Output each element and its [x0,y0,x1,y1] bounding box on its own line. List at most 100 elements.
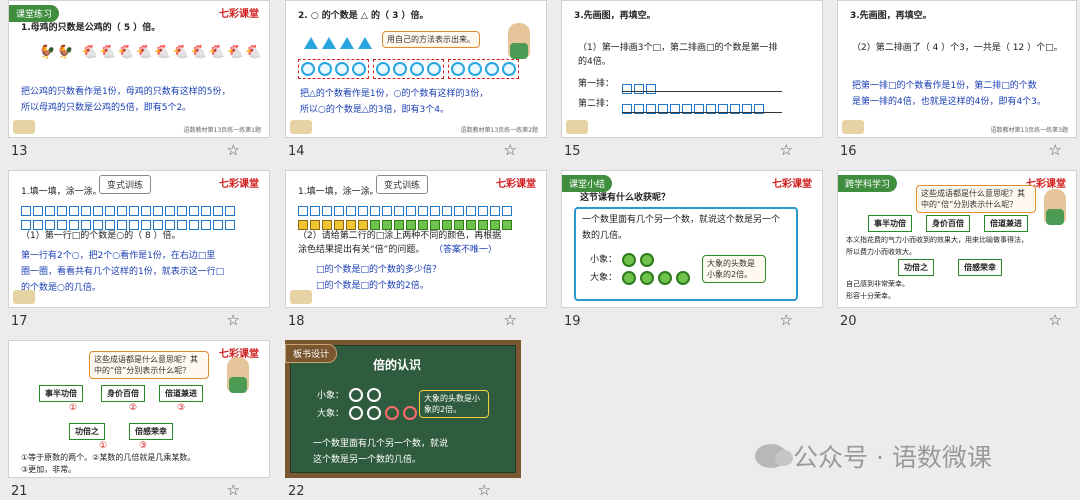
slide-19[interactable]: 课堂小结 七彩课堂 这节课有什么收获呢？ 一个数里面有几个另一个数，就说这个数是… [561,170,823,332]
idiom-1: 事半功倍 [868,215,912,232]
slide-21[interactable]: 七彩课堂 这些成语都是什么意思呢？其中的“倍”分别表示什么呢？ 事半功倍 身价百… [8,340,270,500]
circle-icon [451,62,465,76]
slide-caption: 16 ☆ [837,138,1077,162]
slide-15[interactable]: 3.先画图，再填空。 （1）第一排画3个□，第二排画□的个数是第一排 的4倍。 … [561,0,823,162]
big-elephant-circles [622,271,690,285]
question-title: 3.先画图，再填空。 [574,11,656,21]
triangle-icon [304,37,318,49]
teacher-figure-icon [1044,189,1066,225]
slide-thumbnail[interactable]: 2. ○ 的个数是 △ 的（ 3 ）倍。 用自己的方法表示出来。 把△的个数看作… [285,0,547,138]
slide-number: 15 [564,144,581,159]
meaning-mark-1: ① [69,403,78,413]
row-label-first: 第一排： [578,79,615,89]
example-question: □的个数是□的个数的多少倍？ [316,265,442,275]
star-outline-icon[interactable]: ☆ [1049,311,1062,329]
circle-icon [335,62,349,76]
slide-thumbnail[interactable]: 课堂小结 七彩课堂 这节课有什么收获呢？ 一个数里面有几个另一个数，就说这个数是… [561,170,823,308]
watermark: 公众号 · 语数微课 [755,438,992,474]
slide-number: 14 [288,144,305,159]
slide-caption: 19 ☆ [561,308,823,332]
circle-icon [393,62,407,76]
decoration-icon [13,290,35,304]
idiom-1: 事半功倍 [39,385,83,402]
star-outline-icon[interactable]: ☆ [504,311,517,329]
explanation-line-1: 把公鸡的只数看作是1份，母鸡的只数有这样的5份， [21,87,231,97]
slide-thumbnail[interactable]: 课堂练习 七彩课堂 1.母鸡的只数是公鸡的（ 5 ）倍。 🐓🐓 🐔🐔🐔🐔🐔🐔🐔🐔… [8,0,270,138]
slide-thumbnail[interactable]: 跨学科学习 七彩课堂 这些成语都是什么意思呢？其中的“倍”分别表示什么呢？ 事半… [837,170,1077,308]
explanation-line-2: 是第一排的4倍，也就是这样的4份，即有4个3。 [852,97,1046,107]
slide-caption: 17 ☆ [8,308,270,332]
slide-number: 22 [288,484,305,499]
slide-caption: 15 ☆ [561,138,823,162]
summary-line-1: 一个数里面有几个另一个数，就说这个数是另一个 [582,215,781,225]
question-title: 2. ○ 的个数是 △ 的（ 3 ）倍。 [298,11,429,21]
board-title: 倍的认识 [373,358,422,372]
triangle-icon [340,37,354,49]
slide-thumbnail[interactable]: 七彩课堂 这些成语都是什么意思呢？其中的“倍”分别表示什么呢？ 事半功倍 身价百… [8,340,270,478]
slide-13[interactable]: 课堂练习 七彩课堂 1.母鸡的只数是公鸡的（ 5 ）倍。 🐓🐓 🐔🐔🐔🐔🐔🐔🐔🐔… [8,0,270,162]
star-outline-icon[interactable]: ☆ [504,141,517,159]
slide-number: 21 [11,484,28,499]
second-row-squares [622,99,766,118]
slide-22[interactable]: 板书设计 倍的认识 小象： 大象： 大象的头数是小象的2倍。 一个数里面有几个另… [285,340,521,500]
circle-icon [352,62,366,76]
slide-caption: 13 ☆ [8,138,270,162]
footer-note: 语数教材第13页练一练第3题 [990,127,1068,134]
slide-grid: 课堂练习 七彩课堂 1.母鸡的只数是公鸡的（ 5 ）倍。 🐓🐓 🐔🐔🐔🐔🐔🐔🐔🐔… [0,0,1080,500]
slide-thumbnail[interactable]: 变式训练 七彩课堂 1.填一填，涂一涂。 （2）请给第二行的□涂上两种不同的颜色… [285,170,547,308]
footer-note: 语数教材第13页练一练第1题 [183,127,261,134]
slide-thumbnail[interactable]: 3.先画图，再填空。 （2）第二排画了（ 4 ）个3，一共是（ 12 ）个□。 … [837,0,1077,138]
teacher-figure-icon [508,23,530,59]
question-title: 1.母鸡的只数是公鸡的（ 5 ）倍。 [21,23,161,33]
star-outline-icon[interactable]: ☆ [227,311,240,329]
circle-icon [427,62,441,76]
small-elephant-label: 小象： [590,255,618,265]
idiom-5: 倍感荣幸 [129,423,173,440]
watermark-text: 公众号 · 语数微课 [793,443,992,472]
section-tag: 变式训练 [99,175,152,194]
section-tag: 变式训练 [376,175,429,194]
slide-number: 17 [11,314,28,329]
slide-thumbnail[interactable]: 板书设计 倍的认识 小象： 大象： 大象的头数是小象的2倍。 一个数里面有几个另… [285,340,521,478]
slide-20[interactable]: 跨学科学习 七彩课堂 这些成语都是什么意思呢？其中的“倍”分别表示什么呢？ 事半… [837,170,1077,332]
circle-icon [318,62,332,76]
brand-logo: 七彩课堂 [496,179,536,190]
decoration-icon [842,120,864,134]
question-title: 1.填一填，涂一涂。 [21,187,102,197]
question-bubble: 这些成语都是什么意思呢？其中的“倍”分别表示什么呢？ [916,185,1036,213]
slide-17[interactable]: 变式训练 七彩课堂 1.填一填，涂一涂。 （1）第一行□的个数是○的（ 8 ）倍… [8,170,270,332]
explanation-line-2: 所以母鸡的只数是公鸡的5倍，即有5个2。 [21,103,192,113]
slide-18[interactable]: 变式训练 七彩课堂 1.填一填，涂一涂。 （2）请给第二行的□涂上两种不同的颜色… [285,170,547,332]
idiom-5: 倍感荣幸 [958,259,1002,276]
summary-title: 这节课有什么收获呢？ [580,193,671,203]
star-outline-icon[interactable]: ☆ [227,141,240,159]
circle-icon [485,62,499,76]
question-bubble: 这些成语都是什么意思呢？其中的“倍”分别表示什么呢？ [89,351,209,379]
section-tag: 课堂小结 [562,175,613,192]
slide-16[interactable]: 3.先画图，再填空。 （2）第二排画了（ 4 ）个3，一共是（ 12 ）个□。 … [837,0,1077,162]
star-outline-icon[interactable]: ☆ [1049,141,1062,159]
slide-14[interactable]: 2. ○ 的个数是 △ 的（ 3 ）倍。 用自己的方法表示出来。 把△的个数看作… [285,0,547,162]
teacher-figure-icon [227,357,249,393]
brand-logo: 七彩课堂 [772,179,812,190]
explanation-line-1: 第一行有2个○，把2个○看作是1份，在右边□里 [21,251,216,261]
answer-note: （答案不唯一） [434,245,498,255]
first-row-squares [622,79,658,98]
star-outline-icon[interactable]: ☆ [227,481,240,499]
triangle-group [304,37,372,49]
slide-caption: 18 ☆ [285,308,547,332]
slide-thumbnail[interactable]: 变式训练 七彩课堂 1.填一填，涂一涂。 （1）第一行□的个数是○的（ 8 ）倍… [8,170,270,308]
slide-caption: 22 ☆ [285,478,521,500]
brand-logo: 七彩课堂 [219,9,259,20]
slide-thumbnail[interactable]: 3.先画图，再填空。 （1）第一排画3个□，第二排画□的个数是第一排 的4倍。 … [561,0,823,138]
section-tag: 板书设计 [285,344,338,363]
star-outline-icon[interactable]: ☆ [478,481,491,499]
triangle-icon [322,37,336,49]
slide-number: 13 [11,144,28,159]
circle-group [448,59,519,79]
idiom-3: 倍道兼进 [159,385,203,402]
circle-group [373,59,444,79]
circle-icon [410,62,424,76]
star-outline-icon[interactable]: ☆ [780,311,793,329]
star-outline-icon[interactable]: ☆ [780,141,793,159]
